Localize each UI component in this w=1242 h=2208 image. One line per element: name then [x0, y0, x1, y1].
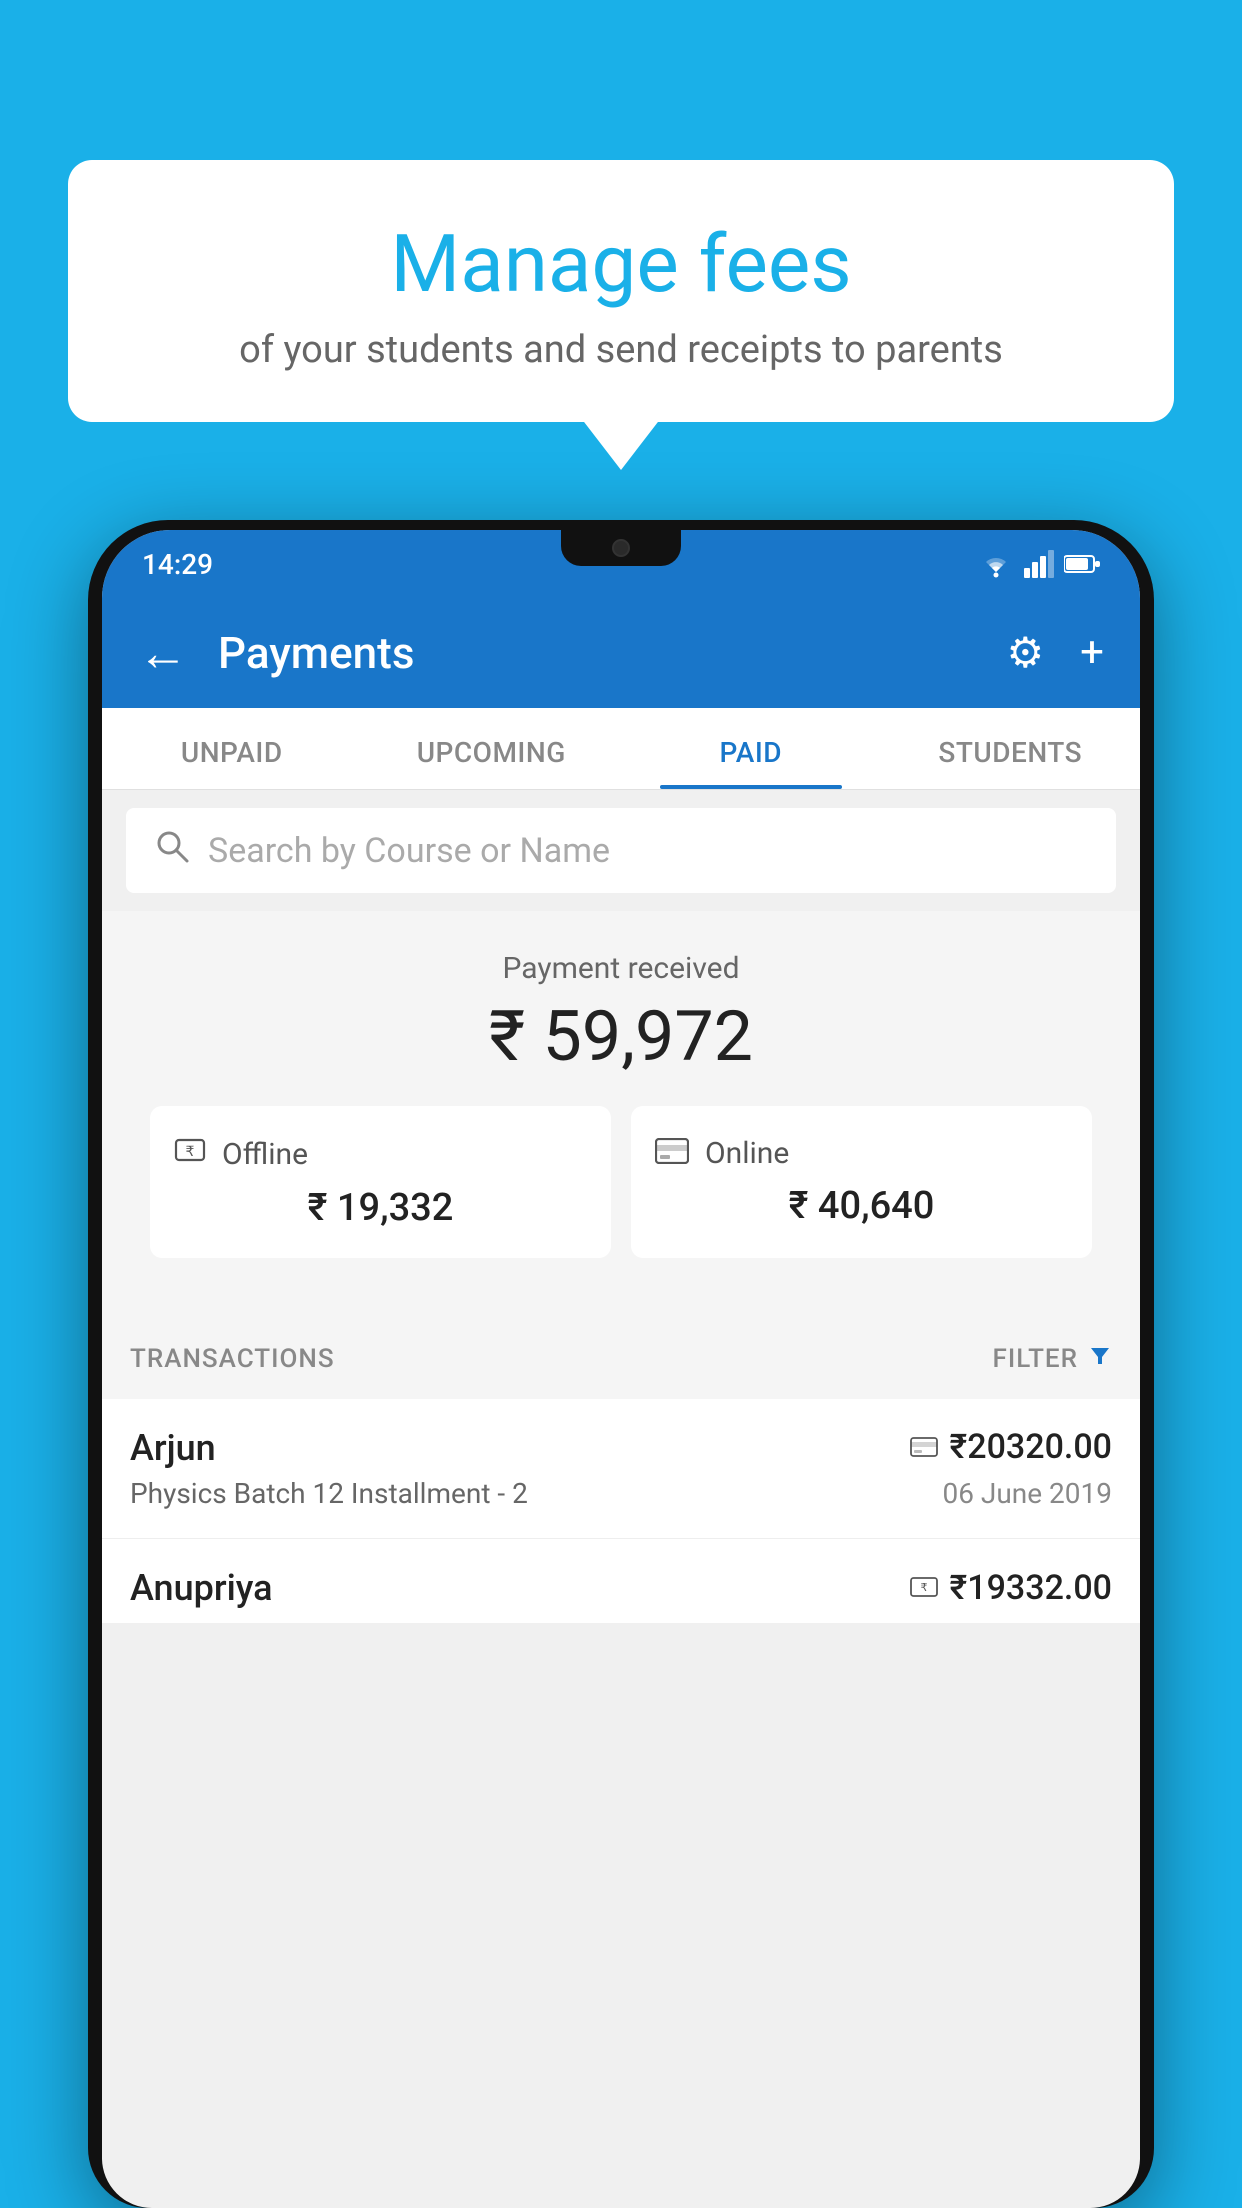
add-icon[interactable]: + — [1080, 628, 1104, 678]
signal-icon — [1024, 550, 1054, 578]
online-card: Online ₹ 40,640 — [631, 1106, 1092, 1258]
phone-screen: 14:29 — [102, 530, 1140, 2208]
online-card-header: Online — [655, 1134, 1068, 1172]
search-container: Search by Course or Name — [102, 790, 1140, 911]
svg-text:₹: ₹ — [186, 1143, 195, 1159]
transaction-amount-wrap: ₹20320.00 — [910, 1427, 1112, 1467]
tab-unpaid[interactable]: UNPAID — [102, 708, 362, 789]
app-bar-actions: ⚙ + — [1007, 628, 1105, 678]
transaction-top: Arjun ₹20320.00 — [130, 1427, 1112, 1469]
app-bar: ← Payments ⚙ + — [102, 598, 1140, 708]
offline-card-header: ₹ Offline — [174, 1134, 587, 1174]
transaction-row-partial[interactable]: Anupriya ₹ ₹19332.00 — [102, 1539, 1140, 1623]
tooltip-subtitle: of your students and send receipts to pa… — [118, 328, 1124, 372]
phone-notch — [561, 530, 681, 566]
transaction-amount: ₹20320.00 — [950, 1427, 1112, 1467]
offline-label: Offline — [222, 1137, 308, 1172]
app-bar-title: Payments — [218, 627, 987, 679]
transaction-name-2: Anupriya — [130, 1567, 273, 1609]
status-icons — [978, 550, 1100, 578]
transaction-date: 06 June 2019 — [942, 1477, 1112, 1510]
phone-frame: 14:29 — [88, 520, 1154, 2208]
online-label: Online — [705, 1136, 789, 1171]
offline-card: ₹ Offline ₹ 19,332 — [150, 1106, 611, 1258]
svg-text:₹: ₹ — [920, 1582, 927, 1594]
online-icon — [655, 1134, 689, 1172]
transactions-label: TRANSACTIONS — [130, 1344, 335, 1374]
settings-icon[interactable]: ⚙ — [1007, 628, 1045, 678]
filter-icon — [1088, 1342, 1112, 1375]
tooltip-card: Manage fees of your students and send re… — [68, 160, 1174, 422]
offline-icon: ₹ — [174, 1134, 206, 1174]
wifi-icon — [978, 550, 1014, 578]
filter-label: FILTER — [993, 1344, 1078, 1374]
search-box[interactable]: Search by Course or Name — [126, 808, 1116, 893]
payment-amount: ₹ 59,972 — [126, 996, 1116, 1078]
search-icon — [154, 828, 190, 873]
tooltip-title: Manage fees — [118, 220, 1124, 308]
battery-icon — [1064, 554, 1100, 574]
online-amount: ₹ 40,640 — [655, 1184, 1068, 1228]
tabs-bar: UNPAID UPCOMING PAID STUDENTS — [102, 708, 1140, 790]
transaction-amount-2: ₹19332.00 — [950, 1568, 1112, 1608]
tab-students[interactable]: STUDENTS — [881, 708, 1141, 789]
payment-cards: ₹ Offline ₹ 19,332 — [126, 1106, 1116, 1288]
transactions-header: TRANSACTIONS FILTER — [102, 1318, 1140, 1399]
transaction-course: Physics Batch 12 Installment - 2 — [130, 1477, 528, 1510]
payment-type-icon-online — [910, 1431, 938, 1464]
transaction-name: Arjun — [130, 1427, 216, 1469]
search-input[interactable]: Search by Course or Name — [208, 831, 610, 871]
tab-paid[interactable]: PAID — [621, 708, 881, 789]
offline-amount: ₹ 19,332 — [174, 1186, 587, 1230]
camera-dot — [612, 539, 630, 557]
tab-upcoming[interactable]: UPCOMING — [362, 708, 622, 789]
transaction-bottom: Physics Batch 12 Installment - 2 06 June… — [130, 1477, 1112, 1510]
transaction-row[interactable]: Arjun ₹20320.00 Physics Batch 1 — [102, 1399, 1140, 1539]
transactions-list: Arjun ₹20320.00 Physics Batch 1 — [102, 1399, 1140, 1623]
back-button[interactable]: ← — [138, 624, 188, 683]
status-time: 14:29 — [142, 548, 213, 581]
transaction-amount-wrap-2: ₹ ₹19332.00 — [910, 1568, 1112, 1608]
payment-type-icon-offline: ₹ — [910, 1572, 938, 1605]
payment-label: Payment received — [126, 951, 1116, 986]
filter-button[interactable]: FILTER — [993, 1342, 1112, 1375]
payment-summary: Payment received ₹ 59,972 ₹ Offlin — [102, 911, 1140, 1318]
